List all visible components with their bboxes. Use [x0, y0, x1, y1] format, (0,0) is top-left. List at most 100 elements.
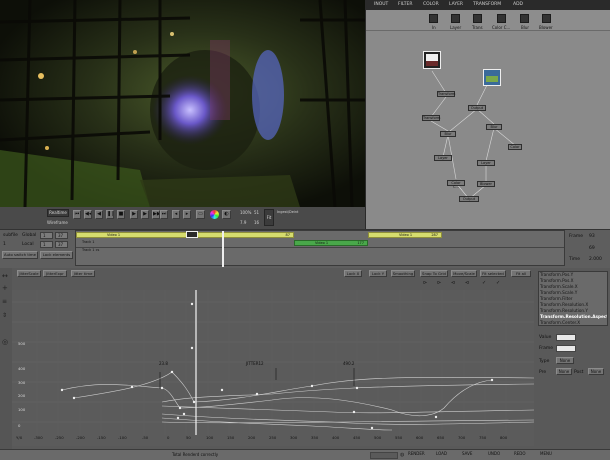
timeline-clip[interactable]: Video 1 177 — [294, 240, 368, 246]
move-scale-button[interactable]: Move/Scale — [451, 270, 477, 277]
go-end-icon[interactable]: ⏭ — [160, 210, 168, 219]
scale-icon[interactable]: ⇕ — [2, 312, 7, 319]
lock-x-button[interactable]: Lock X — [344, 270, 362, 277]
menu-button[interactable]: MENU — [540, 450, 552, 458]
smoothing-button[interactable]: Smoothing — [391, 270, 415, 277]
step-forward-icon[interactable]: ▶ — [141, 210, 149, 219]
timeline-track-area[interactable]: Video 1 87 Video 1 177 Video 1 287 Track… — [75, 230, 565, 267]
graph-node[interactable]: Transform — [422, 115, 440, 121]
frame-label: Frame — [539, 346, 554, 351]
in-node-icon[interactable] — [429, 14, 438, 23]
save-button[interactable]: SAVE — [462, 450, 472, 458]
rewind-icon[interactable]: ◀◀ — [84, 210, 92, 219]
lock-elements-button[interactable]: Lock elements — [40, 251, 73, 259]
x-tick: 150 — [227, 435, 235, 440]
tab-filter[interactable]: FILTER — [396, 1, 415, 9]
graph-node[interactable]: Color C... — [447, 180, 465, 189]
tangent-flat-icon[interactable]: ✓ — [482, 280, 486, 286]
timeline-panel: subfile Global 1 37 1 Local 1 37 Auto sw… — [0, 229, 610, 268]
list-icon[interactable]: ≡ — [2, 298, 7, 305]
auto-switch-time-button[interactable]: Auto switch time — [2, 251, 38, 259]
tab-color[interactable]: COLOR — [421, 1, 441, 9]
add-key-icon[interactable]: + — [2, 284, 8, 292]
blower-node-icon[interactable] — [542, 14, 551, 23]
blur-node-icon[interactable] — [520, 14, 529, 23]
timeline-clip[interactable]: Video 1 287 — [368, 232, 442, 238]
play-icon[interactable]: ▶ — [130, 210, 138, 219]
local-in-field[interactable]: 1 — [40, 241, 53, 248]
frame-field[interactable] — [556, 345, 576, 352]
playhead[interactable] — [222, 231, 224, 267]
tangent-break-icon[interactable]: ⊲ — [465, 280, 469, 286]
graph-node[interactable]: Blower — [477, 181, 495, 187]
stop-icon[interactable]: ■ — [117, 210, 125, 219]
clip-num: 177 — [357, 241, 364, 245]
load-button[interactable]: LOAD — [436, 450, 447, 458]
local-out-field[interactable]: 37 — [55, 241, 68, 248]
global-in-field[interactable]: 1 — [40, 232, 53, 239]
color-correct-node-icon[interactable] — [497, 14, 506, 23]
layer-tool-label: Layer — [450, 25, 462, 30]
fit-button[interactable]: Fit — [264, 209, 274, 226]
view-mode-icon[interactable]: ◐ — [222, 210, 231, 219]
render-icon[interactable]: ◍ — [400, 452, 404, 458]
transform-node-icon[interactable] — [473, 14, 482, 23]
go-start-icon[interactable]: ⏮ — [73, 210, 81, 219]
fit-selected-button[interactable]: Fit selected — [480, 270, 506, 277]
curve-graph[interactable] — [12, 290, 534, 446]
color-wheel-icon[interactable] — [210, 210, 219, 219]
graph-node[interactable]: Transform — [437, 91, 455, 97]
tangent-auto-icon[interactable]: ✓ — [496, 280, 500, 286]
graph-node[interactable]: Output — [468, 105, 486, 111]
node-tab-bar: INOUT FILTER COLOR LAYER TRANSFORM ADD — [366, 0, 610, 10]
move-tool-icon[interactable]: ↔ — [2, 272, 8, 280]
tab-inout[interactable]: INOUT — [372, 1, 390, 9]
curve-marker-label: 23.8 — [159, 361, 168, 366]
x-tick: -300 — [34, 435, 43, 440]
pause-icon[interactable]: ❚❚ — [106, 210, 114, 219]
post-select[interactable]: None — [588, 368, 604, 375]
type-select[interactable]: None — [556, 357, 574, 364]
node-thumbnail[interactable] — [483, 69, 501, 86]
tangent-smooth-icon[interactable]: ⊲ — [451, 280, 455, 286]
lock-y-button[interactable]: Lock Y — [369, 270, 387, 277]
param-list[interactable]: Transform.Pos.Y Transform.Pos.X Transfor… — [538, 271, 608, 326]
tab-add[interactable]: ADD — [511, 1, 525, 9]
safe-frame-icon[interactable]: ▭ — [196, 210, 205, 219]
realtime-button[interactable]: Realtime — [47, 209, 69, 217]
graph-node[interactable]: Output — [459, 196, 479, 202]
jitter-scale-button[interactable]: JitterScale — [17, 270, 41, 277]
node-thumbnail[interactable] — [423, 51, 441, 69]
zoom-value: 100% — [240, 210, 252, 215]
render-button[interactable]: RENDER — [408, 450, 425, 458]
jitter-time-button[interactable]: Jitter time — [71, 270, 95, 277]
prev-key-icon[interactable]: ◂ — [172, 210, 180, 219]
global-out-field[interactable]: 37 — [55, 232, 68, 239]
param-item[interactable]: Transform.Center.X — [539, 320, 607, 325]
fast-forward-icon[interactable]: ▶▶ — [152, 210, 160, 219]
pre-select[interactable]: None — [556, 368, 572, 375]
y-tick: 200 — [18, 393, 26, 398]
graph-node[interactable]: Blur — [440, 131, 456, 137]
tangent-linear-icon[interactable]: ⊳ — [423, 280, 427, 286]
globe-icon[interactable]: ◎ — [2, 338, 8, 346]
step-back-icon[interactable]: ◀ — [95, 210, 103, 219]
undo-button[interactable]: UNDO — [488, 450, 500, 458]
jitter-expr-button[interactable]: JitterExpr — [43, 270, 67, 277]
redo-button[interactable]: REDO — [514, 450, 526, 458]
graph-node[interactable]: Blur — [486, 124, 502, 130]
value-field[interactable] — [556, 334, 576, 341]
snap-to-grid-button[interactable]: Snap To Grid — [420, 270, 448, 277]
tangent-step-icon[interactable]: ⊳ — [437, 280, 441, 286]
graph-node[interactable]: Layer — [434, 155, 452, 161]
graph-node[interactable]: Color — [508, 144, 522, 150]
next-key-icon[interactable]: ▸ — [183, 210, 191, 219]
tab-layer[interactable]: LAYER — [447, 1, 465, 9]
timeline-clip[interactable]: Video 1 87 — [76, 232, 294, 238]
tab-transform[interactable]: TRANSFORM — [471, 1, 503, 9]
layer-node-icon[interactable] — [451, 14, 460, 23]
curve-panel: ↔ + ≡ ⇕ ◎ JitterScale JitterExpr Jitter … — [0, 268, 610, 449]
graph-node[interactable]: Layer — [477, 160, 495, 166]
fit-all-button[interactable]: Fit all — [511, 270, 531, 277]
rate-value: 69 — [589, 246, 595, 251]
